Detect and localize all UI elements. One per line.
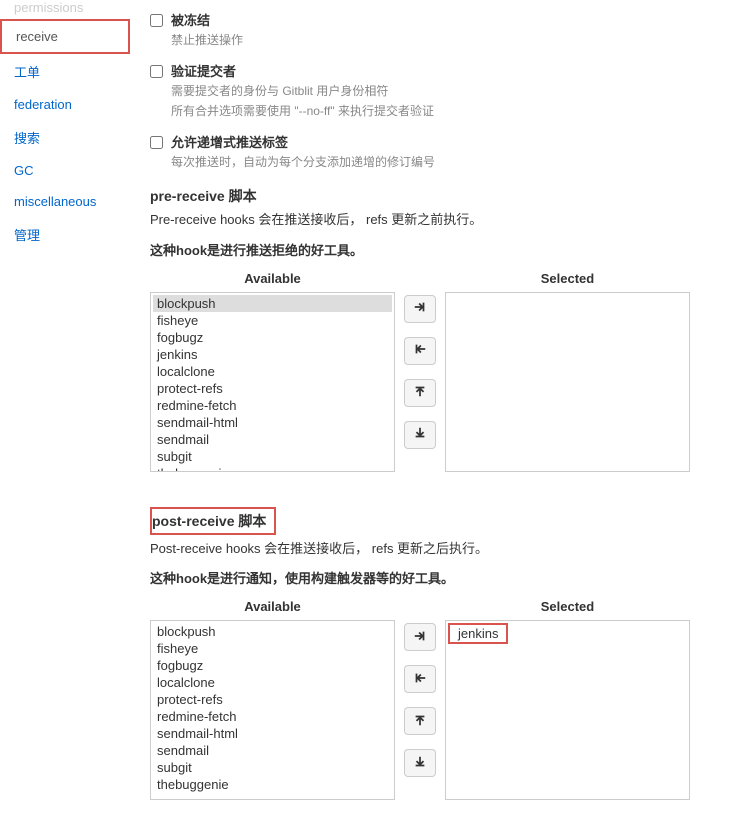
move-up-button[interactable] <box>404 707 436 735</box>
post-available-header: Available <box>150 599 395 620</box>
list-item[interactable]: redmine-fetch <box>153 708 392 725</box>
checkbox-incremental[interactable] <box>150 136 163 149</box>
sidebar-item-federation[interactable]: federation <box>0 89 130 120</box>
arrow-up-icon <box>413 713 427 730</box>
sidebar-item-receive[interactable]: receive <box>0 19 130 54</box>
list-item[interactable]: fisheye <box>153 640 392 657</box>
list-item[interactable]: localclone <box>153 674 392 691</box>
arrow-up-icon <box>413 384 427 401</box>
post-receive-section: post-receive 脚本 Post-receive hooks 会在推送接… <box>150 492 717 801</box>
post-available-col: Available blockpush fisheye fogbugz loca… <box>150 599 395 800</box>
post-selected-col: Selected jenkins <box>445 599 690 800</box>
sidebar-item-permissions[interactable]: permissions <box>0 0 130 19</box>
sidebar-item-admin[interactable]: 管理 <box>0 217 130 252</box>
checkbox-incremental-row: 允许递增式推送标签 每次推送时，自动为每个分支添加递增的修订编号 <box>150 132 717 171</box>
list-item[interactable]: subgit <box>153 448 392 465</box>
list-item[interactable]: blockpush <box>153 295 392 312</box>
post-selected-list[interactable]: jenkins <box>445 620 690 800</box>
arrow-right-icon <box>413 629 427 646</box>
post-receive-title: post-receive 脚本 <box>150 507 276 535</box>
move-down-button[interactable] <box>404 749 436 777</box>
pre-available-header: Available <box>150 271 395 292</box>
sidebar-item-gc[interactable]: GC <box>0 155 130 186</box>
checkbox-incremental-desc: 每次推送时，自动为每个分支添加递增的修订编号 <box>171 153 435 171</box>
checkbox-verify-row: 验证提交者 需要提交者的身份与 Gitblit 用户身份相符 所有合并选项需要使… <box>150 61 717 120</box>
list-item[interactable]: fogbugz <box>153 329 392 346</box>
pre-receive-desc: Pre-receive hooks 会在推送接收后， refs 更新之前执行。 <box>150 210 717 230</box>
sidebar: permissions receive 工单 federation 搜索 GC … <box>0 0 130 840</box>
list-item[interactable]: thebuggenie <box>153 776 392 793</box>
checkbox-frozen-desc: 禁止推送操作 <box>171 31 243 49</box>
list-item[interactable]: sendmail <box>153 431 392 448</box>
sidebar-item-search[interactable]: 搜索 <box>0 120 130 155</box>
post-receive-desc: Post-receive hooks 会在推送接收后， refs 更新之后执行。 <box>150 539 717 559</box>
checkbox-verify-desc1: 需要提交者的身份与 Gitblit 用户身份相符 <box>171 82 434 100</box>
checkbox-incremental-label: 允许递增式推送标签 <box>171 132 435 151</box>
list-item[interactable]: localclone <box>153 363 392 380</box>
pre-selected-header: Selected <box>445 271 690 292</box>
checkbox-frozen-label: 被冻结 <box>171 10 243 29</box>
pre-available-col: Available blockpush fisheye fogbugz jenk… <box>150 271 395 472</box>
pre-receive-title: pre-receive 脚本 <box>150 186 717 206</box>
move-right-button[interactable] <box>404 295 436 323</box>
move-down-button[interactable] <box>404 421 436 449</box>
list-item[interactable]: protect-refs <box>153 380 392 397</box>
arrow-left-icon <box>413 342 427 359</box>
sidebar-item-miscellaneous[interactable]: miscellaneous <box>0 186 130 217</box>
list-item[interactable]: thebuggenie <box>153 465 392 472</box>
move-left-button[interactable] <box>404 665 436 693</box>
list-item[interactable]: jenkins <box>153 346 392 363</box>
list-item[interactable]: subgit <box>153 759 392 776</box>
checkbox-frozen-row: 被冻结 禁止推送操作 <box>150 10 717 49</box>
pre-picker-buttons <box>395 271 445 472</box>
checkbox-verify[interactable] <box>150 65 163 78</box>
move-right-button[interactable] <box>404 623 436 651</box>
list-item[interactable]: fogbugz <box>153 657 392 674</box>
post-picker-buttons <box>395 599 445 800</box>
pre-receive-picker: Available blockpush fisheye fogbugz jenk… <box>150 271 717 472</box>
post-receive-picker: Available blockpush fisheye fogbugz loca… <box>150 599 717 800</box>
checkbox-verify-label: 验证提交者 <box>171 61 434 80</box>
pre-receive-section: pre-receive 脚本 Pre-receive hooks 会在推送接收后… <box>150 186 717 472</box>
pre-available-list[interactable]: blockpush fisheye fogbugz jenkins localc… <box>150 292 395 472</box>
arrow-down-icon <box>413 755 427 772</box>
pre-selected-list[interactable] <box>445 292 690 472</box>
sidebar-item-tickets[interactable]: 工单 <box>0 54 130 89</box>
list-item[interactable]: sendmail-html <box>153 414 392 431</box>
move-left-button[interactable] <box>404 337 436 365</box>
list-item[interactable]: protect-refs <box>153 691 392 708</box>
post-selected-header: Selected <box>445 599 690 620</box>
list-item[interactable]: sendmail <box>153 742 392 759</box>
list-item[interactable]: redmine-fetch <box>153 397 392 414</box>
list-item[interactable]: blockpush <box>153 623 392 640</box>
list-item[interactable]: jenkins <box>448 623 508 644</box>
checkbox-frozen[interactable] <box>150 14 163 27</box>
arrow-right-icon <box>413 300 427 317</box>
list-item[interactable]: fisheye <box>153 312 392 329</box>
post-available-list[interactable]: blockpush fisheye fogbugz localclone pro… <box>150 620 395 800</box>
main-content: 被冻结 禁止推送操作 验证提交者 需要提交者的身份与 Gitblit 用户身份相… <box>130 0 737 840</box>
list-item[interactable]: sendmail-html <box>153 725 392 742</box>
checkbox-verify-desc2: 所有合并选项需要使用 "--no-ff" 来执行提交者验证 <box>171 102 434 120</box>
pre-selected-col: Selected <box>445 271 690 472</box>
move-up-button[interactable] <box>404 379 436 407</box>
arrow-left-icon <box>413 671 427 688</box>
post-receive-note: 这种hook是进行通知，使用构建触发器等的好工具。 <box>150 568 717 587</box>
arrow-down-icon <box>413 426 427 443</box>
pre-receive-note: 这种hook是进行推送拒绝的好工具。 <box>150 240 717 259</box>
